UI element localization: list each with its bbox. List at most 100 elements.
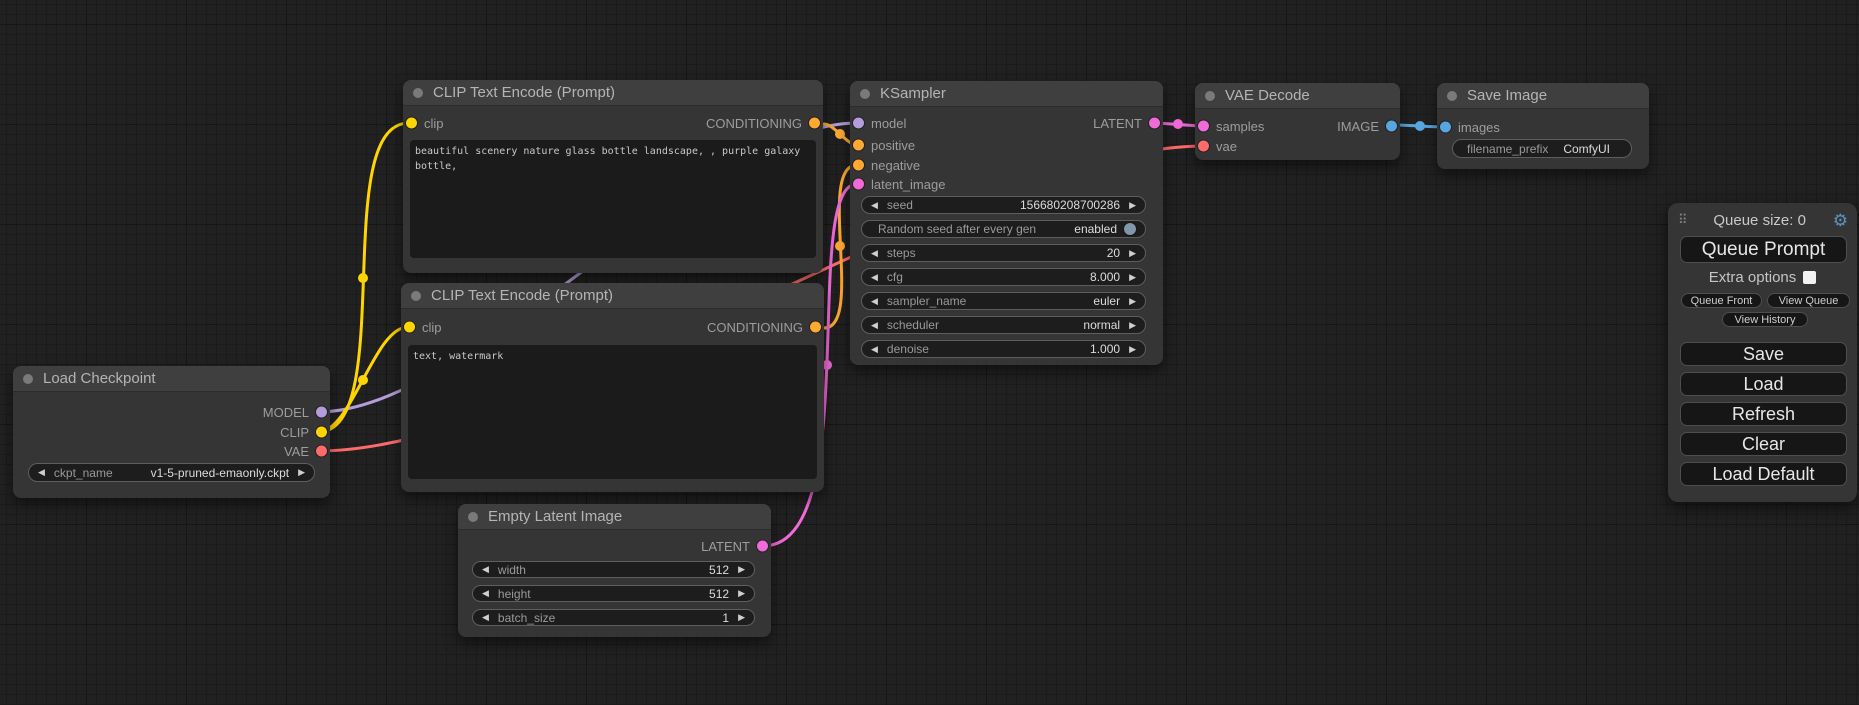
seed-widget[interactable]: ◀ seed 156680208700286 ▶ — [861, 196, 1146, 214]
graph-canvas[interactable]: { "colors": { "model": "#b39ddb", "clip"… — [0, 0, 1859, 705]
model-output-port[interactable] — [316, 407, 327, 418]
save-button[interactable]: Save — [1680, 342, 1847, 366]
random-seed-toggle-widget[interactable]: Random seed after every gen enabled — [861, 220, 1146, 238]
wire-dot — [358, 273, 368, 283]
node-clip-text-encode-positive[interactable]: CLIP Text Encode (Prompt) clip CONDITION… — [403, 80, 823, 273]
prev-value-arrow-icon[interactable]: ◀ — [482, 589, 489, 598]
samples-input-port[interactable] — [1198, 121, 1209, 132]
node-title-bar[interactable]: CLIP Text Encode (Prompt) — [401, 283, 824, 309]
node-title-bar[interactable]: KSampler — [850, 81, 1163, 107]
prev-value-arrow-icon[interactable]: ◀ — [871, 201, 878, 210]
denoise-widget[interactable]: ◀ denoise 1.000 ▶ — [861, 340, 1146, 358]
collapse-dot-icon[interactable] — [1205, 91, 1215, 101]
widget-label: sampler_name — [887, 294, 966, 308]
collapse-dot-icon[interactable] — [1447, 91, 1457, 101]
node-title-bar[interactable]: CLIP Text Encode (Prompt) — [403, 80, 823, 106]
collapse-dot-icon[interactable] — [411, 291, 421, 301]
extra-options-checkbox[interactable] — [1803, 271, 1816, 284]
model-input-port[interactable] — [853, 118, 864, 129]
cfg-widget[interactable]: ◀ cfg 8.000 ▶ — [861, 268, 1146, 286]
next-value-arrow-icon[interactable]: ▶ — [1129, 321, 1136, 330]
next-value-arrow-icon[interactable]: ▶ — [738, 565, 745, 574]
port-row: samples IMAGE — [1195, 118, 1400, 134]
widget-value: 512 — [709, 587, 729, 601]
node-title-bar[interactable]: Load Checkpoint — [13, 366, 330, 392]
clear-button[interactable]: Clear — [1680, 432, 1847, 456]
input-label: vae — [1216, 139, 1237, 154]
node-vae-decode[interactable]: VAE Decode samples IMAGE vae — [1195, 83, 1400, 160]
clip-input-port[interactable] — [406, 118, 417, 129]
drag-handle-icon[interactable]: ⠿ — [1678, 212, 1687, 228]
node-save-image[interactable]: Save Image images filename_prefix ComfyU… — [1437, 83, 1649, 169]
prompt-textarea[interactable]: text, watermark — [408, 345, 817, 479]
output-label: CLIP — [280, 425, 309, 440]
clip-output-port[interactable] — [316, 427, 327, 438]
prev-value-arrow-icon[interactable]: ◀ — [871, 249, 878, 258]
next-value-arrow-icon[interactable]: ▶ — [1129, 345, 1136, 354]
input-label: negative — [871, 158, 920, 173]
input-label: samples — [1216, 119, 1264, 134]
load-button[interactable]: Load — [1680, 372, 1847, 396]
prev-value-arrow-icon[interactable]: ◀ — [482, 613, 489, 622]
node-title-bar[interactable]: VAE Decode — [1195, 83, 1400, 109]
widget-label: width — [498, 563, 526, 577]
prompt-textarea[interactable]: beautiful scenery nature glass bottle la… — [410, 140, 816, 258]
scheduler-widget[interactable]: ◀ scheduler normal ▶ — [861, 316, 1146, 334]
port-row: positive — [850, 137, 1163, 153]
next-value-arrow-icon[interactable]: ▶ — [1129, 297, 1136, 306]
view-history-button[interactable]: View History — [1722, 312, 1808, 327]
filename-prefix-widget[interactable]: filename_prefix ComfyUI — [1452, 139, 1632, 158]
conditioning-output-port[interactable] — [809, 118, 820, 129]
next-value-arrow-icon[interactable]: ▶ — [738, 613, 745, 622]
next-value-arrow-icon[interactable]: ▶ — [298, 468, 305, 477]
vae-input-port[interactable] — [1198, 141, 1209, 152]
node-clip-text-encode-negative[interactable]: CLIP Text Encode (Prompt) clip CONDITION… — [401, 283, 824, 492]
refresh-button[interactable]: Refresh — [1680, 402, 1847, 426]
collapse-dot-icon[interactable] — [860, 89, 870, 99]
latent-output-port[interactable] — [757, 541, 768, 552]
conditioning-output-port[interactable] — [810, 322, 821, 333]
steps-widget[interactable]: ◀ steps 20 ▶ — [861, 244, 1146, 262]
wire-dot — [1173, 119, 1183, 129]
batch-size-widget[interactable]: ◀ batch_size 1 ▶ — [472, 609, 755, 626]
next-value-arrow-icon[interactable]: ▶ — [1129, 273, 1136, 282]
queue-prompt-button[interactable]: Queue Prompt — [1680, 236, 1847, 263]
latent-output-port[interactable] — [1149, 118, 1160, 129]
collapse-dot-icon[interactable] — [413, 88, 423, 98]
node-load-checkpoint[interactable]: Load Checkpoint MODEL CLIP VAE ◀ ckpt_na… — [13, 366, 330, 498]
latent-image-input-port[interactable] — [853, 179, 864, 190]
prev-value-arrow-icon[interactable]: ◀ — [871, 273, 878, 282]
images-input-port[interactable] — [1440, 122, 1451, 133]
node-title: KSampler — [880, 85, 946, 102]
gear-icon[interactable]: ⚙ — [1833, 212, 1848, 229]
next-value-arrow-icon[interactable]: ▶ — [738, 589, 745, 598]
queue-front-button[interactable]: Queue Front — [1681, 293, 1762, 308]
node-title: CLIP Text Encode (Prompt) — [433, 84, 615, 101]
sampler-name-widget[interactable]: ◀ sampler_name euler ▶ — [861, 292, 1146, 310]
prev-value-arrow-icon[interactable]: ◀ — [38, 468, 45, 477]
node-title-bar[interactable]: Save Image — [1437, 83, 1649, 109]
view-queue-button[interactable]: View Queue — [1767, 293, 1850, 308]
node-ksampler[interactable]: KSampler model LATENT positive negative … — [850, 81, 1163, 365]
width-widget[interactable]: ◀ width 512 ▶ — [472, 561, 755, 578]
node-empty-latent-image[interactable]: Empty Latent Image LATENT ◀ width 512 ▶ … — [458, 504, 771, 637]
image-output-port[interactable] — [1386, 121, 1397, 132]
next-value-arrow-icon[interactable]: ▶ — [1129, 249, 1136, 258]
collapse-dot-icon[interactable] — [468, 512, 478, 522]
height-widget[interactable]: ◀ height 512 ▶ — [472, 585, 755, 602]
toggle-enabled-icon[interactable] — [1124, 223, 1136, 235]
node-title-bar[interactable]: Empty Latent Image — [458, 504, 771, 530]
vae-output-port[interactable] — [316, 446, 327, 457]
prev-value-arrow-icon[interactable]: ◀ — [871, 321, 878, 330]
load-default-button[interactable]: Load Default — [1680, 462, 1847, 486]
prev-value-arrow-icon[interactable]: ◀ — [482, 565, 489, 574]
clip-input-port[interactable] — [404, 322, 415, 333]
next-value-arrow-icon[interactable]: ▶ — [1129, 201, 1136, 210]
positive-input-port[interactable] — [853, 140, 864, 151]
ckpt-name-widget[interactable]: ◀ ckpt_name v1-5-pruned-emaonly.ckpt ▶ — [28, 463, 315, 482]
collapse-dot-icon[interactable] — [23, 374, 33, 384]
widget-label: height — [498, 587, 531, 601]
prev-value-arrow-icon[interactable]: ◀ — [871, 297, 878, 306]
negative-input-port[interactable] — [853, 160, 864, 171]
prev-value-arrow-icon[interactable]: ◀ — [871, 345, 878, 354]
